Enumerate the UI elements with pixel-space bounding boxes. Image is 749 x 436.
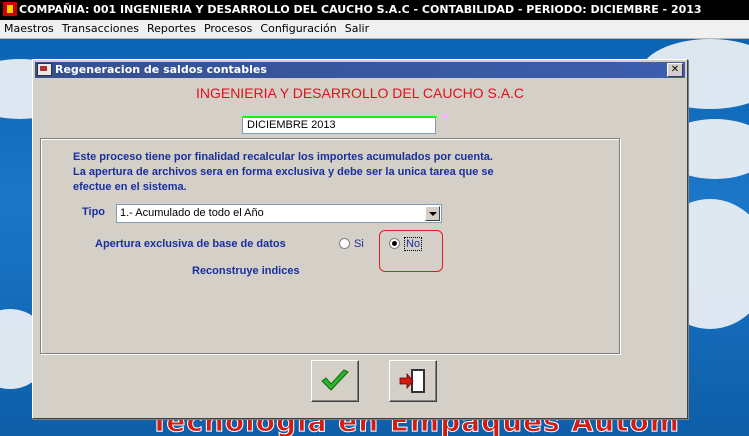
apertura-label: Apertura exclusiva de base de datos — [95, 238, 286, 250]
radio-si[interactable]: Si — [339, 237, 364, 250]
menu-reportes[interactable]: Reportes — [143, 20, 200, 38]
description-line: La apertura de archivos sera en forma ex… — [73, 166, 494, 178]
menu-maestros[interactable]: Maestros — [0, 20, 58, 38]
app-logo-icon — [3, 2, 17, 16]
radio-si-label: Si — [354, 238, 364, 250]
menu-salir[interactable]: Salir — [341, 20, 373, 38]
app-title-bar: COMPAÑIA: 001 INGENIERIA Y DESARROLLO DE… — [0, 0, 749, 20]
dialog-title: Regeneracion de saldos contables — [55, 63, 267, 76]
process-description: Este proceso tiene por finalidad recalcu… — [73, 150, 573, 195]
app-title: COMPAÑIA: 001 INGENIERIA Y DESARROLLO DE… — [19, 3, 702, 16]
description-line: efectue en el sistema. — [73, 181, 187, 193]
tipo-label: Tipo — [82, 206, 106, 218]
checkmark-icon — [321, 369, 349, 391]
dialog-title-bar: Regeneracion de saldos contables ✕ — [35, 62, 685, 78]
window-icon — [37, 62, 52, 76]
close-button[interactable]: ✕ — [667, 63, 683, 77]
menu-transacciones[interactable]: Transacciones — [58, 20, 143, 38]
exit-button[interactable] — [389, 360, 437, 402]
exit-door-icon — [399, 369, 425, 393]
reconstruye-indices-label: Reconstruye indices — [192, 265, 300, 277]
highlight-annotation — [379, 230, 443, 272]
menu-procesos[interactable]: Procesos — [200, 20, 256, 38]
description-line: Este proceso tiene por finalidad recalcu… — [73, 151, 493, 163]
tipo-selected-value: 1.- Acumulado de todo el Año — [120, 207, 264, 219]
accept-button[interactable] — [311, 360, 359, 402]
period-field: DICIEMBRE 2013 — [242, 116, 437, 134]
company-name: INGENIERIA Y DESARROLLO DEL CAUCHO S.A.C — [195, 85, 525, 101]
regeneracion-dialog: Regeneracion de saldos contables ✕ INGEN… — [32, 59, 688, 419]
radio-si-circle[interactable] — [339, 237, 350, 249]
chevron-down-icon[interactable] — [425, 206, 440, 221]
menu-bar: Maestros Transacciones Reportes Procesos Con… — [0, 20, 749, 39]
tipo-dropdown[interactable]: 1.- Acumulado de todo el Año — [116, 204, 442, 223]
menu-configuracion[interactable]: Configuración — [256, 20, 340, 38]
